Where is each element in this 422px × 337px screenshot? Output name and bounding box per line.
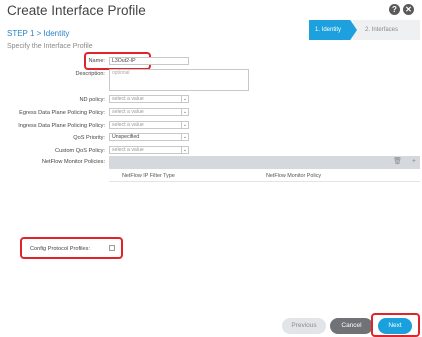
netflow-label: NetFlow Monitor Policies: xyxy=(41,159,105,165)
ingress-policy-label: Ingress Data Plane Policing Policy: xyxy=(18,123,105,129)
chevron-down-icon: ⌄ xyxy=(181,96,188,102)
qos-priority-value: Unspecified xyxy=(112,134,140,140)
description-label: Description: xyxy=(75,71,105,77)
ingress-policy-select[interactable]: select a value ⌄ xyxy=(109,121,189,129)
custom-qos-select[interactable]: select a value ⌄ xyxy=(109,146,189,154)
qos-priority-label: QoS Priority: xyxy=(73,135,105,141)
header-icons: ? ✕ xyxy=(389,4,414,15)
config-protocol-checkbox[interactable] xyxy=(109,245,115,251)
netflow-col-monitor-policy: NetFlow Monitor Policy xyxy=(266,173,322,179)
name-label: Name: xyxy=(88,58,105,64)
ingress-policy-value: select a value xyxy=(112,122,144,128)
nd-policy-select[interactable]: select a value ⌄ xyxy=(109,95,189,103)
custom-qos-label: Custom QoS Policy: xyxy=(54,148,105,154)
description-placeholder: optional xyxy=(112,70,130,76)
help-icon[interactable]: ? xyxy=(389,4,400,15)
egress-policy-label: Egress Data Plane Policing Policy: xyxy=(19,110,105,116)
previous-button[interactable]: Previous xyxy=(282,318,326,334)
egress-policy-select[interactable]: select a value ⌄ xyxy=(109,108,189,116)
name-input[interactable]: L3Out2-IP xyxy=(109,57,189,65)
nd-policy-label: ND policy: xyxy=(79,97,106,103)
netflow-table-toolbar: 🗑 + xyxy=(109,156,420,169)
netflow-col-filter-type: NetFlow IP Filter Type xyxy=(122,173,175,179)
qos-priority-select[interactable]: Unspecified ⌄ xyxy=(109,133,189,141)
close-icon[interactable]: ✕ xyxy=(403,4,414,15)
step-indicator: STEP 1 > Identity xyxy=(7,29,70,38)
form-subtitle: Specify the Interface Profile xyxy=(7,43,93,50)
description-textarea[interactable]: optional xyxy=(109,69,249,91)
wizard-steps: 2. Interfaces 1. Identity xyxy=(309,20,420,40)
chevron-down-icon: ⌄ xyxy=(181,147,188,153)
cancel-button[interactable]: Cancel xyxy=(330,318,373,334)
chevron-down-icon: ⌄ xyxy=(181,109,188,115)
egress-policy-value: select a value xyxy=(112,109,144,115)
delete-icon[interactable]: 🗑 xyxy=(393,158,402,166)
wizard-step-interfaces: 2. Interfaces xyxy=(353,20,420,40)
custom-qos-value: select a value xyxy=(112,147,144,153)
dialog-title: Create Interface Profile xyxy=(7,3,146,18)
nd-policy-value: select a value xyxy=(112,96,144,102)
wizard-step-identity: 1. Identity xyxy=(309,20,357,40)
config-protocol-label: Config Protocol Profiles: xyxy=(30,246,91,252)
chevron-down-icon: ⌄ xyxy=(181,134,188,140)
netflow-table-divider xyxy=(109,181,420,182)
next-button[interactable]: Next xyxy=(378,318,412,334)
add-icon[interactable]: + xyxy=(412,158,416,166)
chevron-down-icon: ⌄ xyxy=(181,122,188,128)
